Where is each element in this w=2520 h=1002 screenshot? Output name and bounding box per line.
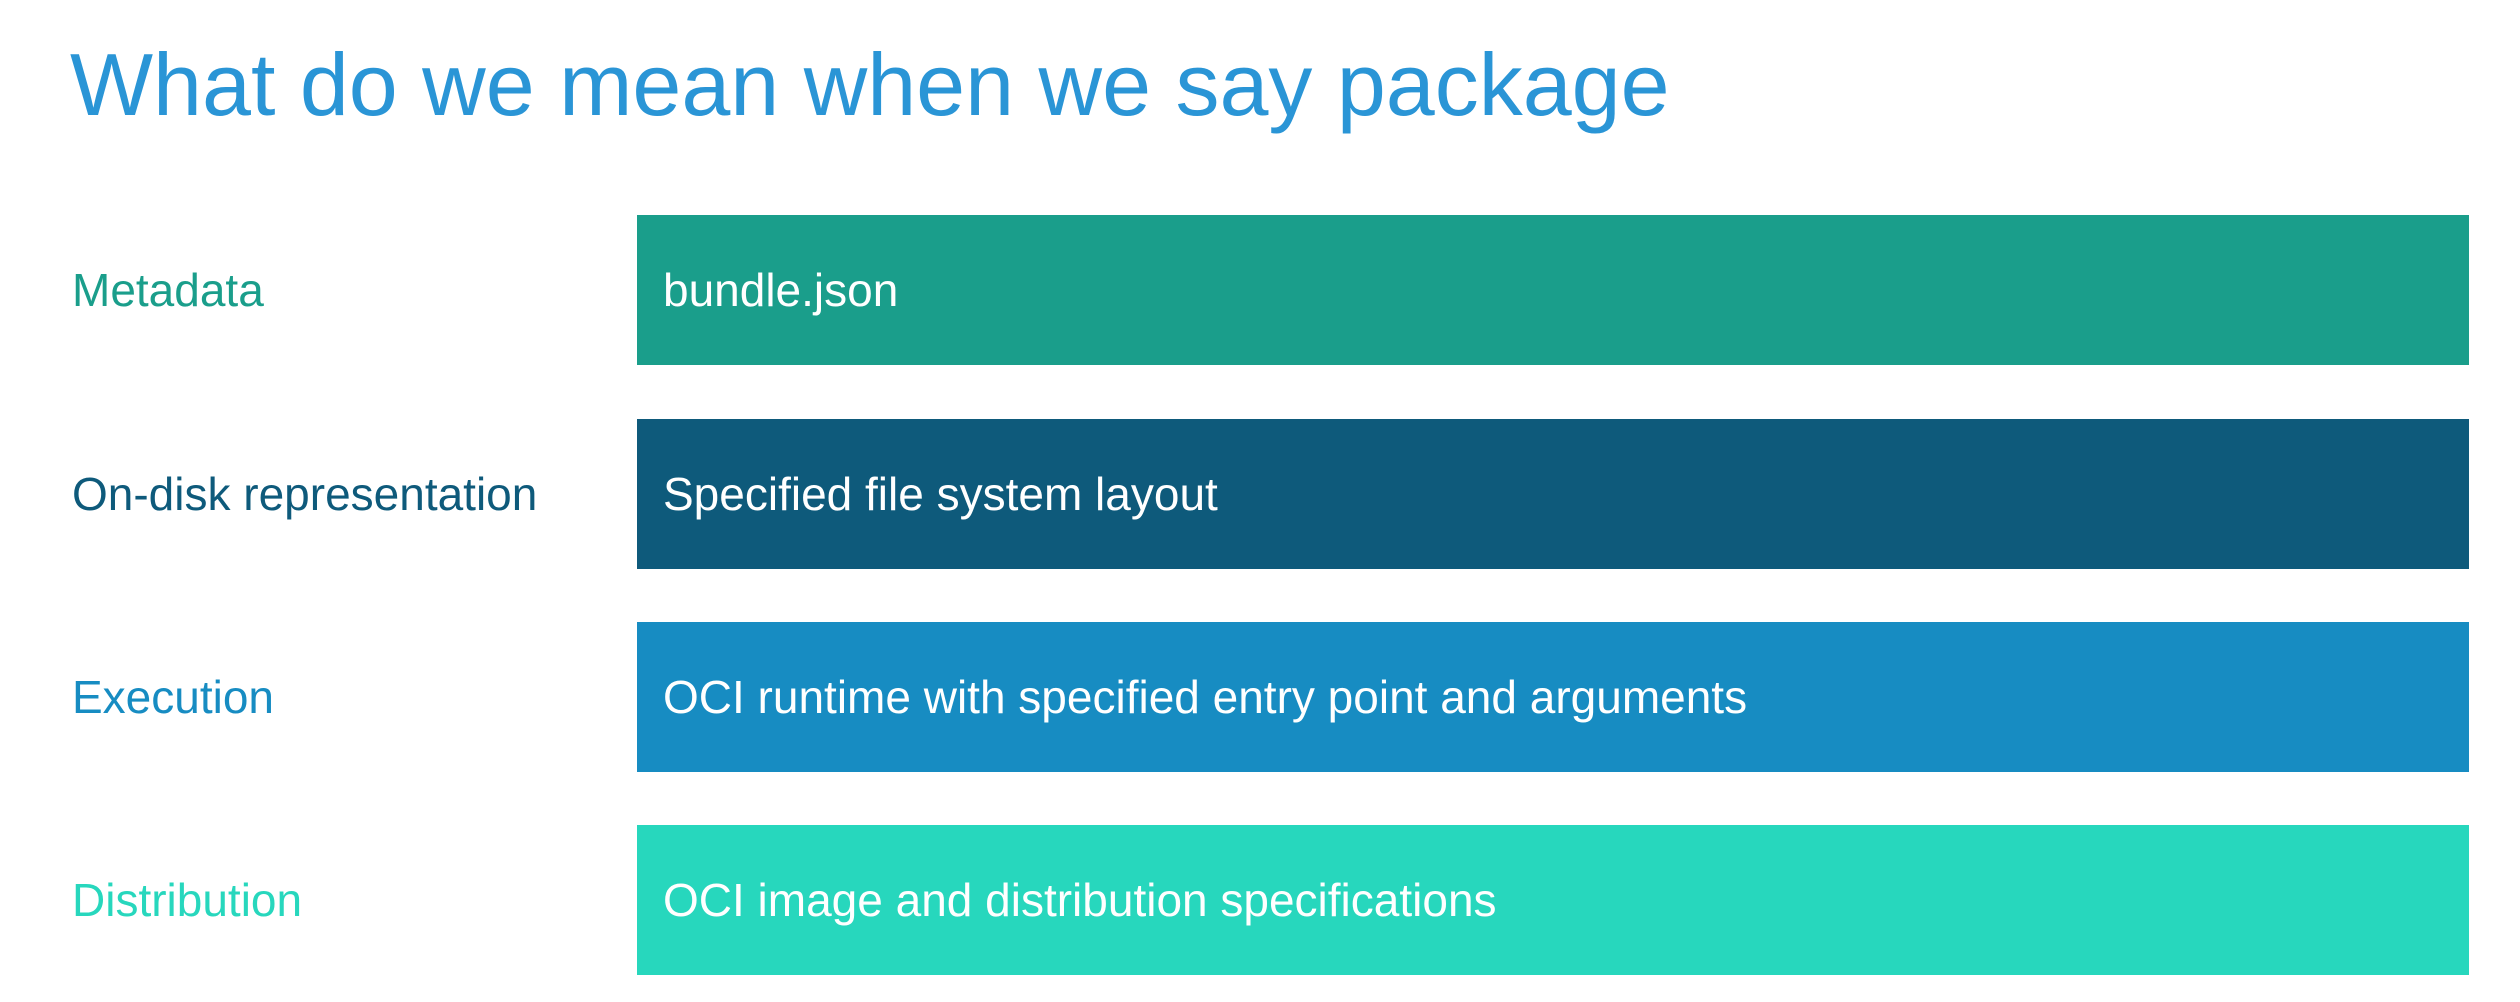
row-on-disk-representation: On-disk representation Specified file sy… xyxy=(0,419,2520,569)
row-bar-text-distribution: OCI image and distribution specification… xyxy=(663,874,1497,926)
slide-title: What do we mean when we say package xyxy=(70,35,1670,134)
row-metadata: Metadata bundle.json xyxy=(0,215,2520,365)
row-bar-text-on-disk-representation: Specified file system layout xyxy=(663,468,1218,520)
row-bar-on-disk-representation: Specified file system layout xyxy=(637,419,2469,569)
row-label-distribution: Distribution xyxy=(72,874,303,926)
slide: What do we mean when we say package Meta… xyxy=(0,0,2520,1002)
row-execution: Execution OCI runtime with specified ent… xyxy=(0,622,2520,772)
row-distribution: Distribution OCI image and distribution … xyxy=(0,825,2520,975)
row-label-on-disk-representation: On-disk representation xyxy=(72,468,538,520)
row-bar-metadata: bundle.json xyxy=(637,215,2469,365)
row-bar-text-metadata: bundle.json xyxy=(663,264,899,316)
row-bar-execution: OCI runtime with specified entry point a… xyxy=(637,622,2469,772)
row-label-execution: Execution xyxy=(72,671,275,723)
row-bar-distribution: OCI image and distribution specification… xyxy=(637,825,2469,975)
row-bar-text-execution: OCI runtime with specified entry point a… xyxy=(663,671,1748,723)
row-label-metadata: Metadata xyxy=(72,264,264,316)
